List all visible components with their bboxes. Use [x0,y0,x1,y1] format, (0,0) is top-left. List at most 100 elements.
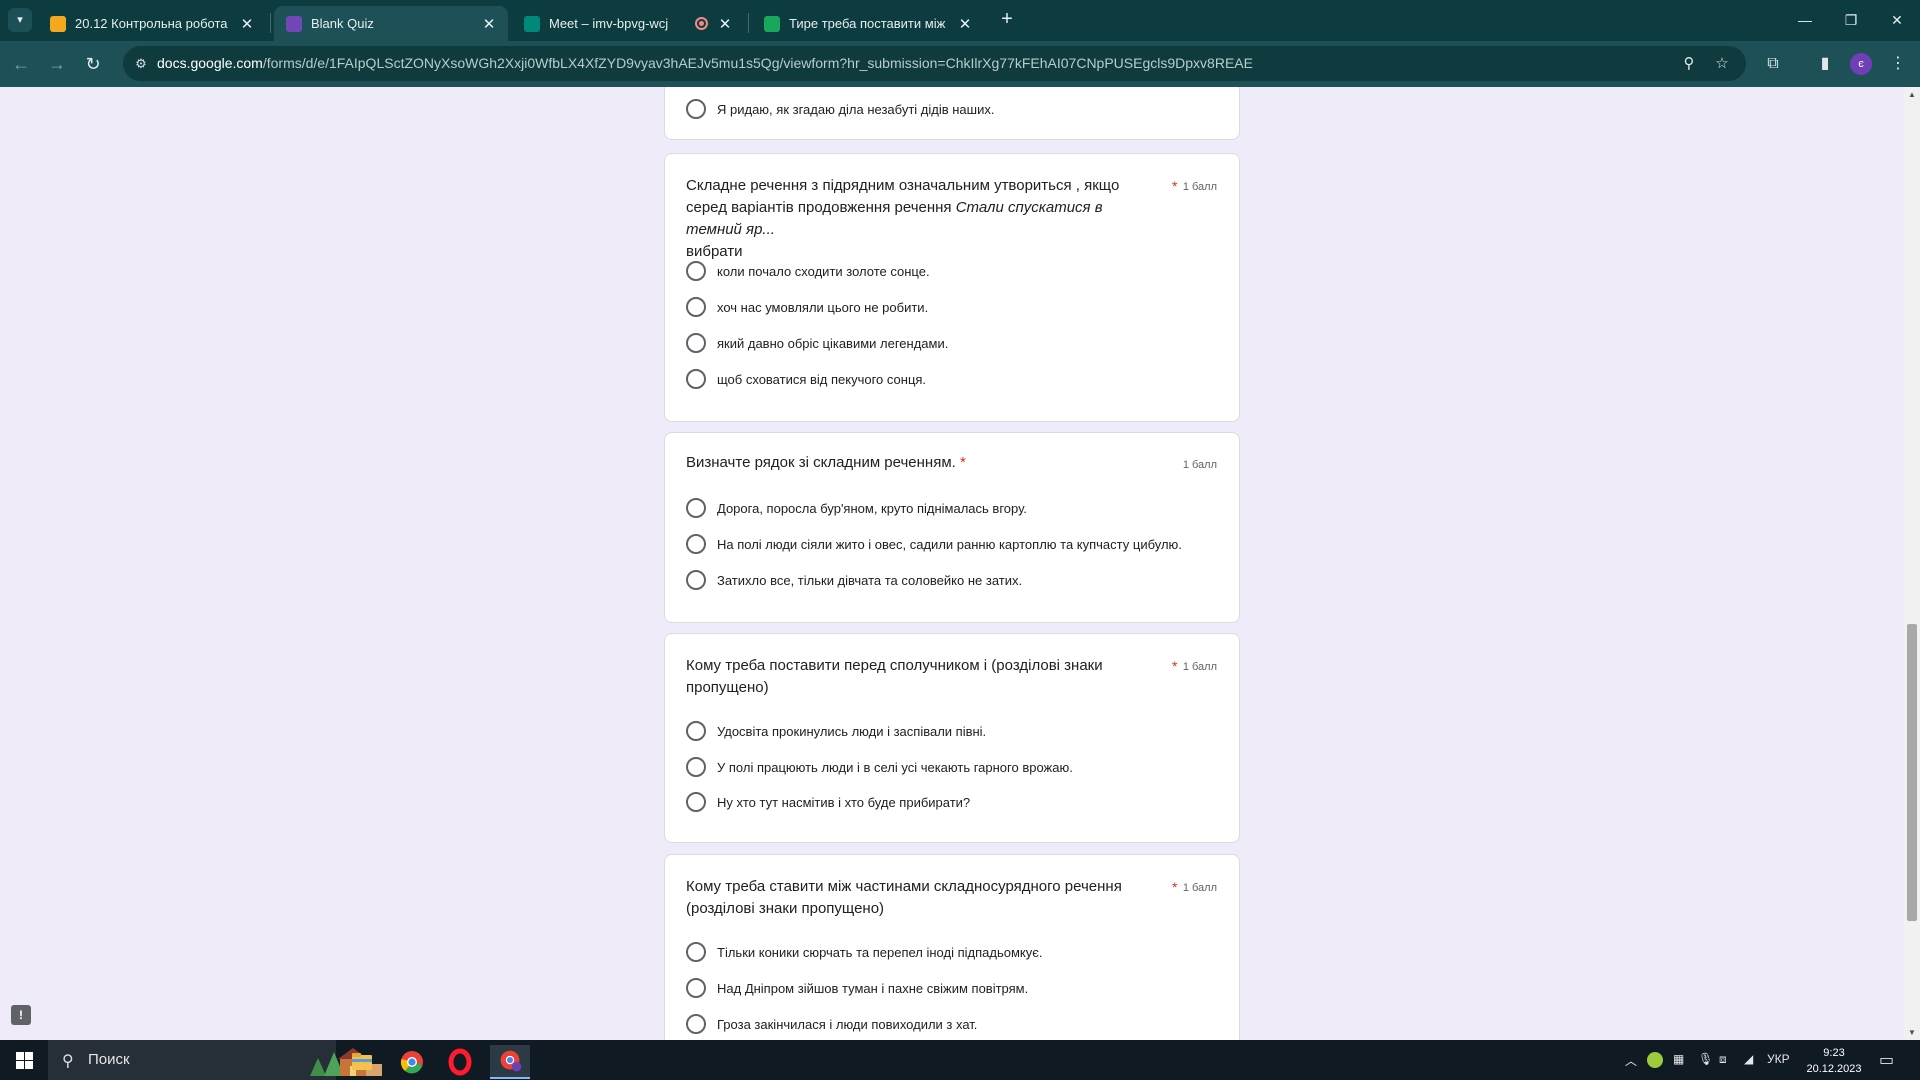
option-label: Дорога, поросла бур'яном, круто піднімал… [717,500,1027,516]
radio-button[interactable] [686,534,706,554]
tray-app-icon[interactable] [1647,1052,1663,1068]
option[interactable]: Гроза закінчилася і люди повиходили з ха… [686,1012,977,1036]
wifi-icon[interactable]: ◢ [1744,1052,1753,1066]
microphone-icon[interactable]: 🎙 [1698,1052,1713,1066]
radio-button[interactable] [686,333,706,353]
tab-separator [270,13,271,33]
profile-avatar[interactable]: є [1850,53,1872,75]
option-label: коли почало сходити золоте сонце. [717,263,930,279]
radio-button[interactable] [686,369,706,389]
clock[interactable]: 9:23 20.12.2023 [1800,1045,1868,1077]
restore-icon[interactable]: ❐ [1828,0,1874,40]
zoom-icon[interactable]: ⚲ [1678,53,1700,75]
forward-icon[interactable]: → [42,49,72,79]
close-icon[interactable]: ✕ [238,15,256,33]
tab-search-button[interactable]: ▾ [8,8,32,32]
tray-network-share-icon[interactable]: ▦ [1673,1052,1684,1066]
new-tab-button[interactable]: + [995,8,1019,32]
radio-button[interactable] [686,570,706,590]
browser-toolbar: ← → ↻ ⚙ docs.google.com/forms/d/e/1FAIpQ… [0,41,1920,87]
close-icon[interactable]: ✕ [956,15,974,33]
option-label: щоб сховатися від пекучого сонця. [717,371,927,387]
taskbar-search[interactable]: ⚲ Поиск [48,1040,382,1080]
chrome-icon[interactable] [392,1045,432,1079]
required-asterisk: * [1172,178,1178,194]
radio-button[interactable] [686,99,706,119]
question-card: Кому треба ставити між частинами складно… [664,854,1240,1040]
url-text[interactable]: docs.google.com/forms/d/e/1FAIpQLSctZONy… [157,55,1253,71]
option[interactable]: Тільки коники сюрчать та перепел іноді п… [686,940,1042,964]
option[interactable]: На полі люди сіяли жито і овес, садили р… [686,532,1182,556]
back-icon[interactable]: ← [6,49,36,79]
close-icon[interactable]: ✕ [480,15,498,33]
tray-device-icon[interactable]: ⧈ [1719,1052,1727,1067]
option[interactable]: щоб сховатися від пекучого сонця. [686,367,926,391]
taskbar-search-input[interactable]: Поиск [88,1051,130,1068]
option[interactable]: Удосвіта прокинулись люди і заспівали пі… [686,719,986,743]
radio-button[interactable] [686,498,706,518]
scroll-up-icon[interactable]: ▲ [1908,90,1916,99]
taskbar: ⚲ Поиск ︿ ▦ 🎙 ⧈ ◢ УКР 9:23 20.12.2023 ▭ [0,1040,1920,1080]
tab-blank-quiz[interactable]: Blank Quiz ✕ [274,6,508,41]
required-asterisk: * [960,454,966,471]
tab-title: Meet – imv-bpvg-wcj [549,16,669,31]
radio-button[interactable] [686,297,706,317]
points-label: 1 балл [1182,181,1217,193]
language-indicator[interactable]: УКР [1767,1052,1790,1066]
radio-button[interactable] [686,721,706,741]
tab-strip: ▾ 20.12 Контрольна робота ✕ Blank Quiz ✕… [0,0,1920,41]
file-explorer-icon[interactable] [342,1045,382,1079]
scrollbar-thumb[interactable] [1907,624,1917,921]
option[interactable]: Ну хто тут насмітив і хто буде прибирати… [686,790,970,814]
option[interactable]: Затихло все, тільки дівчата та соловейко… [686,568,1022,592]
option[interactable]: Над Дніпром зійшов туман і пахне свіжим … [686,976,1028,1000]
extensions-icon[interactable]: ⧉ [1761,52,1785,76]
side-panel-icon[interactable]: ▮ [1813,52,1837,76]
notifications-icon[interactable]: ▭ [1879,1050,1894,1070]
option-label: хоч нас умовляли цього не робити. [717,299,929,315]
question-card: Складне речення з підрядним означальним … [664,153,1240,422]
option[interactable]: Дорога, поросла бур'яном, круто піднімал… [686,496,1027,520]
page-scrollbar[interactable]: ▲ ▼ [1904,87,1920,1040]
close-icon[interactable]: ✕ [716,15,734,33]
windows-start-icon[interactable] [0,1040,46,1080]
checkbox-icon [764,15,780,32]
option-label: На полі люди сіяли жито і овес, садили р… [717,536,1182,552]
more-menu-icon[interactable]: ⋮ [1886,52,1910,76]
tab-tyre[interactable]: Тире треба поставити між час ✕ [752,6,984,41]
option[interactable]: який давно обріс цікавими легендами. [686,331,948,355]
address-bar[interactable]: ⚙ docs.google.com/forms/d/e/1FAIpQLSctZO… [123,46,1746,81]
minimize-icon[interactable]: — [1782,0,1828,40]
question-card: Визначте рядок зі складним реченням. * 1… [664,432,1240,623]
window-close-icon[interactable]: ✕ [1874,0,1920,40]
question-title-tail: вибрати [686,243,743,260]
reload-icon[interactable]: ↻ [78,49,108,79]
question-title-text: Визначте рядок зі складним реченням. [686,454,956,471]
form-page: Я ридаю, як згадаю діла незабуті дідів н… [0,87,1920,1040]
radio-button[interactable] [686,792,706,812]
clock-time: 9:23 [1823,1047,1845,1059]
radio-button[interactable] [686,261,706,281]
feedback-button[interactable]: ! [11,1005,31,1025]
option-label: Тільки коники сюрчать та перепел іноді п… [717,944,1043,960]
radio-button[interactable] [686,757,706,777]
radio-button[interactable] [686,1014,706,1034]
tab-kontrolna[interactable]: 20.12 Контрольна робота ✕ [38,6,266,41]
question-title: Кому треба поставити перед сполучником і… [686,657,1103,696]
option[interactable]: Я ридаю, як згадаю діла незабуті дідів н… [686,97,994,121]
tab-meet[interactable]: Meet – imv-bpvg-wcj ✕ [512,6,744,41]
option[interactable]: У полі працюють люди і в селі усі чекают… [686,755,1073,779]
recording-icon [695,17,708,30]
option-label: Я ридаю, як згадаю діла незабуті дідів н… [717,101,995,117]
radio-button[interactable] [686,942,706,962]
chrome-profile-icon[interactable] [490,1045,530,1079]
option[interactable]: коли почало сходити золоте сонце. [686,259,930,283]
opera-icon[interactable] [440,1045,480,1079]
tray-chevron-icon[interactable]: ︿ [1625,1052,1637,1069]
option[interactable]: хоч нас умовляли цього не робити. [686,295,928,319]
scroll-down-icon[interactable]: ▼ [1908,1028,1916,1037]
radio-button[interactable] [686,978,706,998]
site-info-icon[interactable]: ⚙ [131,54,151,74]
required-asterisk: * [1172,658,1178,674]
bookmark-star-icon[interactable]: ☆ [1711,53,1733,75]
